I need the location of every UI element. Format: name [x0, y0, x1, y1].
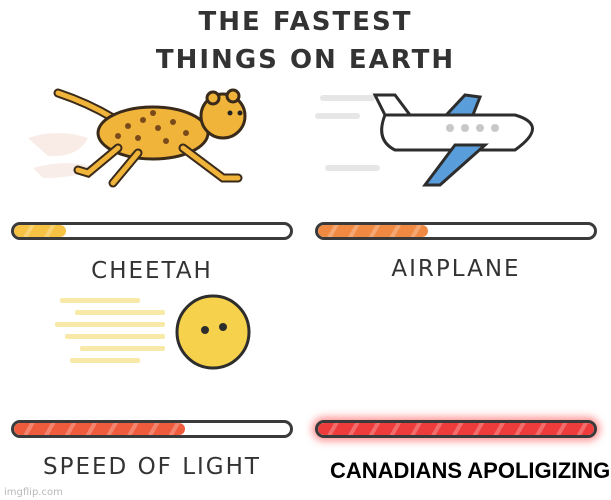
- meme-caption: CANADIANS APOLIGIZING: [330, 458, 611, 483]
- speed-bar-airplane: [315, 222, 597, 240]
- speed-bar-fill: [318, 225, 429, 237]
- speed-bar-fill: [14, 423, 186, 435]
- speed-bar-cheetah: [11, 222, 293, 240]
- meme-title-line1: THE FASTEST: [198, 7, 413, 37]
- speed-bar-fill: [318, 423, 594, 435]
- meme-title-line2: THINGS ON EARTH: [155, 45, 456, 75]
- panel-label-airplane: AIRPLANE: [391, 256, 521, 282]
- panel-label-speed-of-light: SPEED OF LIGHT: [43, 454, 261, 480]
- airplane-icon: [315, 93, 534, 187]
- watermark: imgflip.com: [4, 487, 63, 498]
- light-ball-icon: [55, 294, 251, 370]
- cheetah-icon: [28, 88, 247, 188]
- panel-label-cheetah: CHEETAH: [91, 258, 213, 284]
- speed-bar-speed-of-light: [11, 420, 293, 438]
- speed-bar-fill: [14, 225, 67, 237]
- speed-bar-canadians: [315, 420, 597, 438]
